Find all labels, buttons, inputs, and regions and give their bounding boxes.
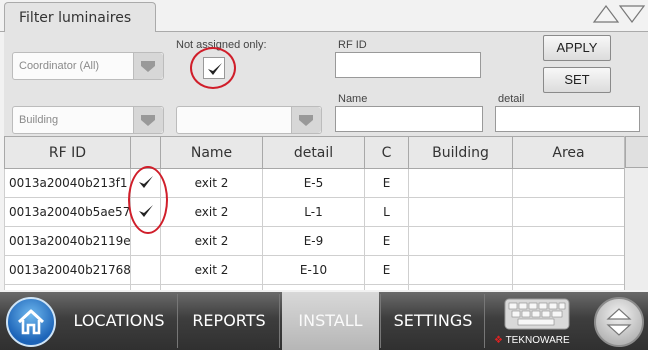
name-input[interactable] <box>335 106 483 132</box>
table-header: RF ID Name detail C Building Area <box>4 136 625 169</box>
cell-building <box>408 168 513 198</box>
brand-logo: ❖ TEKNOWARE <box>494 335 570 346</box>
table-row[interactable]: 0013a20040b213f1 exit 2 E-5 E <box>4 168 625 198</box>
column-header-rfid[interactable]: RF ID <box>4 136 131 169</box>
cell-name: exit 2 <box>160 226 263 256</box>
cell-building <box>408 255 513 285</box>
apply-button[interactable]: APPLY <box>543 35 611 61</box>
checkmark-icon <box>138 204 153 217</box>
column-header-building[interactable]: Building <box>408 136 513 169</box>
cell-name: exit 2 <box>160 197 263 227</box>
coordinator-select[interactable]: Coordinator (All) <box>12 52 164 80</box>
building-select-value: Building <box>19 114 59 126</box>
cell-c: L <box>364 197 409 227</box>
cell-building <box>408 226 513 256</box>
cell-rfid: 0013a20040b2119e <box>4 226 131 256</box>
cell-rfid: 0013a20040b213f1 <box>4 168 131 198</box>
column-header-area[interactable]: Area <box>512 136 625 169</box>
home-icon[interactable] <box>6 297 56 347</box>
cell-c: E <box>364 168 409 198</box>
cell-c: E <box>364 255 409 285</box>
cell-name: exit 2 <box>160 168 263 198</box>
row-checkbox[interactable] <box>130 284 161 290</box>
area-select[interactable] <box>176 106 322 134</box>
cell-area <box>512 168 625 198</box>
row-checkbox[interactable] <box>130 226 161 256</box>
row-checkbox[interactable] <box>130 168 161 198</box>
luminaires-table: RF ID Name detail C Building Area 0013a2… <box>4 136 648 290</box>
nav-divider <box>380 294 381 348</box>
not-assigned-label: Not assigned only: <box>176 39 267 51</box>
nav-divider <box>279 294 280 348</box>
table-row[interactable]: 0013a20040b5ae57 exit 2 L-1 L <box>4 197 625 227</box>
table-row[interactable]: 0013a20040b2119e exit 2 E-9 E <box>4 226 625 256</box>
chevron-down-icon[interactable] <box>133 53 163 79</box>
row-checkbox[interactable] <box>130 197 161 227</box>
nav-locations[interactable]: LOCATIONS <box>62 292 176 350</box>
detail-input[interactable] <box>495 106 640 132</box>
cell-rfid <box>4 284 131 290</box>
keyboard-icon[interactable] <box>504 298 570 330</box>
scroll-up-down-icon[interactable] <box>594 297 644 347</box>
chevron-down-icon[interactable] <box>133 107 163 133</box>
table-row[interactable]: 0013a20040b21768 exit 2 E-10 E <box>4 255 625 285</box>
nav-settings[interactable]: SETTINGS <box>383 292 483 350</box>
brand-mark-icon: ❖ <box>494 335 506 346</box>
brand-name: TEKNOWARE <box>505 335 570 346</box>
chevron-down-icon[interactable] <box>291 107 321 133</box>
cell-detail: E-9 <box>262 226 365 256</box>
cell-area <box>512 284 625 290</box>
cell-name <box>160 284 263 290</box>
column-header-detail[interactable]: detail <box>262 136 365 169</box>
detail-label: detail <box>498 93 525 105</box>
column-header-name[interactable]: Name <box>160 136 263 169</box>
nav-reports[interactable]: REPORTS <box>180 292 278 350</box>
cell-c: E <box>364 226 409 256</box>
table-scrollbar[interactable] <box>624 136 648 290</box>
cell-detail: E-5 <box>262 168 365 198</box>
nav-divider <box>177 294 178 348</box>
coordinator-select-value: Coordinator (All) <box>19 60 100 72</box>
nav-install[interactable]: INSTALL <box>282 292 379 350</box>
rfid-label: RF ID <box>338 39 367 51</box>
set-button[interactable]: SET <box>543 67 611 93</box>
name-label: Name <box>338 93 368 105</box>
cell-area <box>512 226 625 256</box>
nav-divider <box>484 294 485 348</box>
not-assigned-checkbox[interactable] <box>203 57 225 79</box>
cell-name: exit 2 <box>160 255 263 285</box>
cell-detail <box>262 284 365 290</box>
cell-rfid: 0013a20040b5ae57 <box>4 197 131 227</box>
checkmark-icon <box>138 175 153 188</box>
cell-building <box>408 197 513 227</box>
cell-area <box>512 197 625 227</box>
cell-detail: L-1 <box>262 197 365 227</box>
building-select[interactable]: Building <box>12 106 164 134</box>
column-header-c[interactable]: C <box>364 136 409 169</box>
cell-c <box>364 284 409 290</box>
scrollbar-thumb[interactable] <box>625 136 648 168</box>
tab-filter-luminaires[interactable]: Filter luminaires <box>4 2 156 32</box>
rfid-input[interactable] <box>335 52 481 78</box>
cell-building <box>408 284 513 290</box>
up-down-arrows-icon[interactable] <box>592 2 646 26</box>
row-checkbox[interactable] <box>130 255 161 285</box>
column-header-select[interactable] <box>130 136 161 169</box>
cell-area <box>512 255 625 285</box>
cell-rfid: 0013a20040b21768 <box>4 255 131 285</box>
table-row[interactable] <box>4 284 625 290</box>
cell-detail: E-10 <box>262 255 365 285</box>
